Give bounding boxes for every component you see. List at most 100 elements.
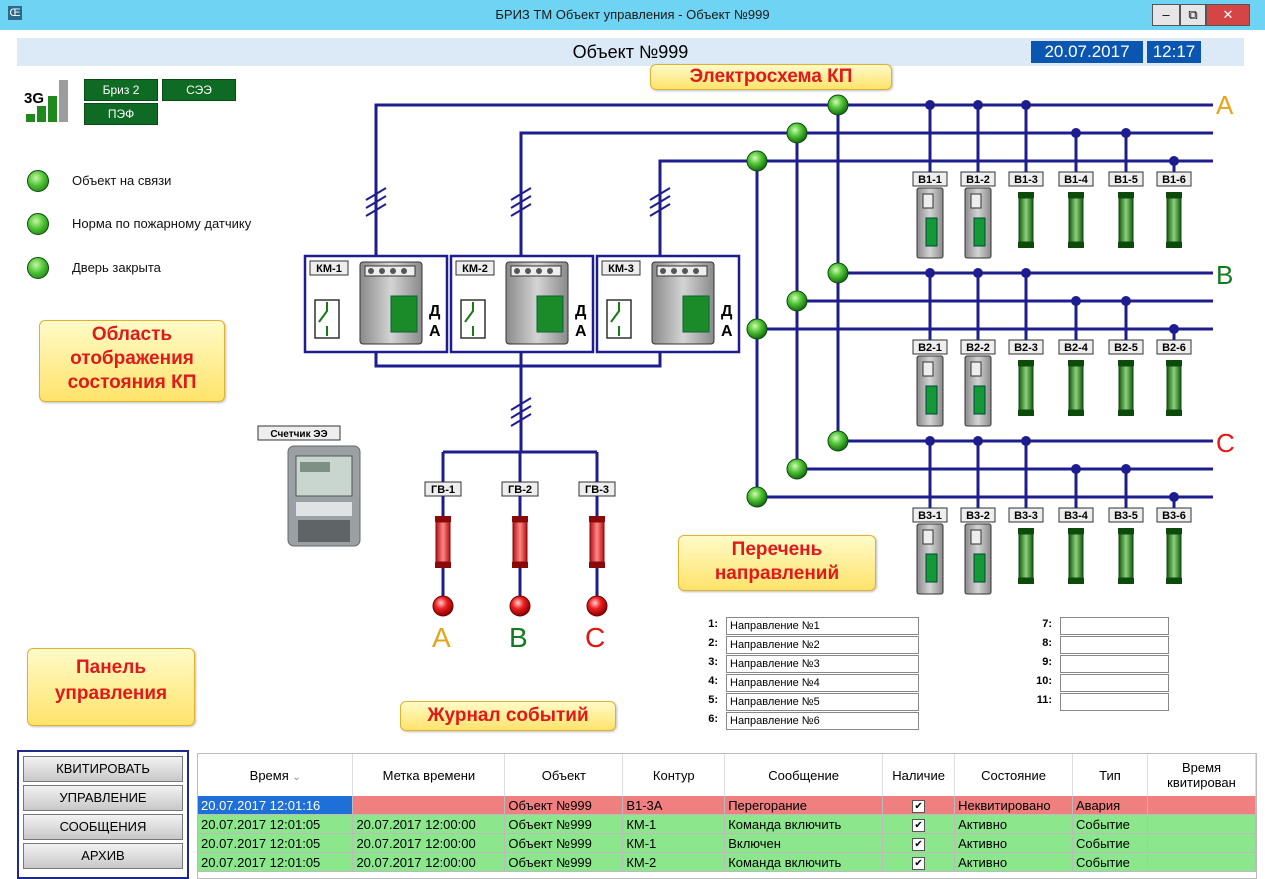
junction-dot-icon (1121, 128, 1131, 138)
junction-dot-icon (1021, 100, 1031, 110)
column-header-contour[interactable]: Контур (622, 754, 726, 796)
callout-status-area: Область отображения состояния КП (39, 320, 225, 402)
column-header-type[interactable]: Тип (1072, 754, 1148, 796)
output-label-В3-3[interactable]: В3-3 (1008, 507, 1044, 523)
contactor-3[interactable]: КМ-3 ДА (595, 254, 741, 354)
direction-field[interactable]: Направление №3 (726, 655, 919, 673)
output-label-В2-1[interactable]: В2-1 (912, 339, 948, 355)
output-label-text: В2-2 (966, 342, 990, 354)
direction-field[interactable]: Направление №2 (726, 636, 919, 654)
fuse-ok-icon[interactable] (1118, 528, 1134, 584)
fuse-ok-icon[interactable] (1118, 192, 1134, 248)
contactor-1[interactable]: КМ-1 ДА (303, 254, 449, 354)
output-label-В3-1[interactable]: В3-1 (912, 507, 948, 523)
fuse-ok-icon[interactable] (1166, 360, 1182, 416)
column-header-presence[interactable]: Наличие (882, 754, 956, 796)
column-header-state[interactable]: Состояние (954, 754, 1074, 796)
table-cell: Команда включить (724, 852, 884, 872)
input-fuse-1[interactable]: ГВ-1 (424, 481, 462, 617)
messages-button[interactable]: СООБЩЕНИЯ (23, 814, 183, 840)
contactor-2[interactable]: КМ-2 ДА (449, 254, 595, 354)
presence-checkbox[interactable]: ✔ (912, 800, 926, 813)
output-label-В1-2[interactable]: В1-2 (960, 171, 996, 187)
acknowledge-button[interactable]: КВИТИРОВАТЬ (23, 756, 183, 782)
output-label-В1-4[interactable]: В1-4 (1058, 171, 1094, 187)
input-fuse-2[interactable]: ГВ-2 (501, 481, 539, 617)
presence-checkbox[interactable]: ✔ (912, 819, 926, 832)
fuse-ok-icon[interactable] (1018, 192, 1034, 248)
fuse-ok-icon[interactable] (1068, 360, 1084, 416)
presence-checkbox[interactable]: ✔ (912, 838, 926, 851)
output-label-В1-6[interactable]: В1-6 (1156, 171, 1192, 187)
direction-field[interactable] (1060, 674, 1169, 692)
energy-meter[interactable]: Счетчик ЭЭ (257, 425, 361, 547)
direction-field[interactable]: Направление №5 (726, 693, 919, 711)
direction-number: 9: (1042, 656, 1052, 668)
output-label-В1-5[interactable]: В1-5 (1108, 171, 1144, 187)
bus-led-a1-icon (827, 94, 849, 116)
table-row[interactable]: 20.07.2017 12:01:05 20.07.2017 12:00:00 Об… (198, 852, 1256, 872)
output-label-В2-3[interactable]: В2-3 (1008, 339, 1044, 355)
output-label-В2-4[interactable]: В2-4 (1058, 339, 1094, 355)
bus-led-c2-icon (786, 458, 808, 480)
output-label-В2-2[interactable]: В2-2 (960, 339, 996, 355)
circuit-breaker-icon[interactable] (916, 523, 944, 595)
junction-dot-icon (973, 268, 983, 278)
direction-field[interactable] (1060, 636, 1169, 654)
direction-field[interactable] (1060, 655, 1169, 673)
output-label-В1-3[interactable]: В1-3 (1008, 171, 1044, 187)
output-label-В2-6[interactable]: В2-6 (1156, 339, 1192, 355)
callout-scheme: Электросхема КП (650, 64, 892, 90)
control-button[interactable]: УПРАВЛЕНИЕ (23, 785, 183, 811)
input-fuse-group: ГВ-1 ГВ-2 ГВ-3 (424, 481, 616, 617)
mode-label-d: Д (429, 303, 441, 320)
mode-label-d: Д (575, 303, 587, 320)
input-fuse-label: ГВ-1 (431, 484, 455, 496)
junction-dot-icon (925, 268, 935, 278)
direction-field[interactable]: Направление №6 (726, 712, 919, 730)
table-row[interactable]: 20.07.2017 12:01:05 20.07.2017 12:00:00 Об… (198, 814, 1256, 834)
output-label-В3-6[interactable]: В3-6 (1156, 507, 1192, 523)
circuit-breaker-icon[interactable] (916, 187, 944, 259)
sort-chevron-down-icon: ⌄ (292, 771, 301, 783)
fuse-ok-icon[interactable] (1068, 528, 1084, 584)
table-cell: Объект №999 (504, 852, 624, 872)
circuit-breaker-icon[interactable] (916, 355, 944, 427)
table-cell: КМ-1 (622, 833, 726, 853)
output-label-В1-1[interactable]: В1-1 (912, 171, 948, 187)
direction-field[interactable]: Направление №1 (726, 617, 919, 635)
output-label-В2-5[interactable]: В2-5 (1108, 339, 1144, 355)
output-label-В3-5[interactable]: В3-5 (1108, 507, 1144, 523)
circuit-breaker-icon[interactable] (964, 523, 992, 595)
column-header-object[interactable]: Объект (504, 754, 624, 796)
circuit-breaker-icon[interactable] (964, 187, 992, 259)
input-phase-b-label: B (509, 622, 528, 653)
column-header-timestamp[interactable]: Метка времени (352, 754, 506, 796)
fuse-ok-icon[interactable] (1018, 360, 1034, 416)
fuse-ok-icon[interactable] (1166, 192, 1182, 248)
direction-field[interactable]: Направление №4 (726, 674, 919, 692)
column-header-ack-time[interactable]: Время квитирован (1147, 754, 1256, 796)
fuse-ok-icon[interactable] (1068, 192, 1084, 248)
archive-button[interactable]: АРХИВ (23, 843, 183, 869)
table-cell: Активно (954, 814, 1074, 834)
output-label-В3-2[interactable]: В3-2 (960, 507, 996, 523)
output-label-text: В2-1 (918, 342, 942, 354)
output-label-В3-4[interactable]: В3-4 (1058, 507, 1094, 523)
direction-field[interactable] (1060, 693, 1169, 711)
junction-dot-icon (925, 436, 935, 446)
column-header-time[interactable]: Время ⌄ (198, 754, 354, 796)
column-header-message[interactable]: Сообщение (724, 754, 884, 796)
table-row[interactable]: 20.07.2017 12:01:05 20.07.2017 12:00:00 Об… (198, 833, 1256, 853)
fuse-ok-icon[interactable] (1118, 360, 1134, 416)
input-led-red-icon (432, 595, 454, 617)
direction-field[interactable] (1060, 617, 1169, 635)
bus-led-b1-icon (827, 262, 849, 284)
fuse-ok-icon[interactable] (1166, 528, 1182, 584)
input-fuse-3[interactable]: ГВ-3 (578, 481, 616, 617)
fuse-ok-icon[interactable] (1018, 528, 1034, 584)
table-row[interactable]: 20.07.2017 12:01:16 Объект №999 В1-3А Перег… (198, 796, 1256, 815)
circuit-breaker-icon[interactable] (964, 355, 992, 427)
mode-label-a: А (575, 323, 587, 340)
presence-checkbox[interactable]: ✔ (912, 857, 926, 870)
